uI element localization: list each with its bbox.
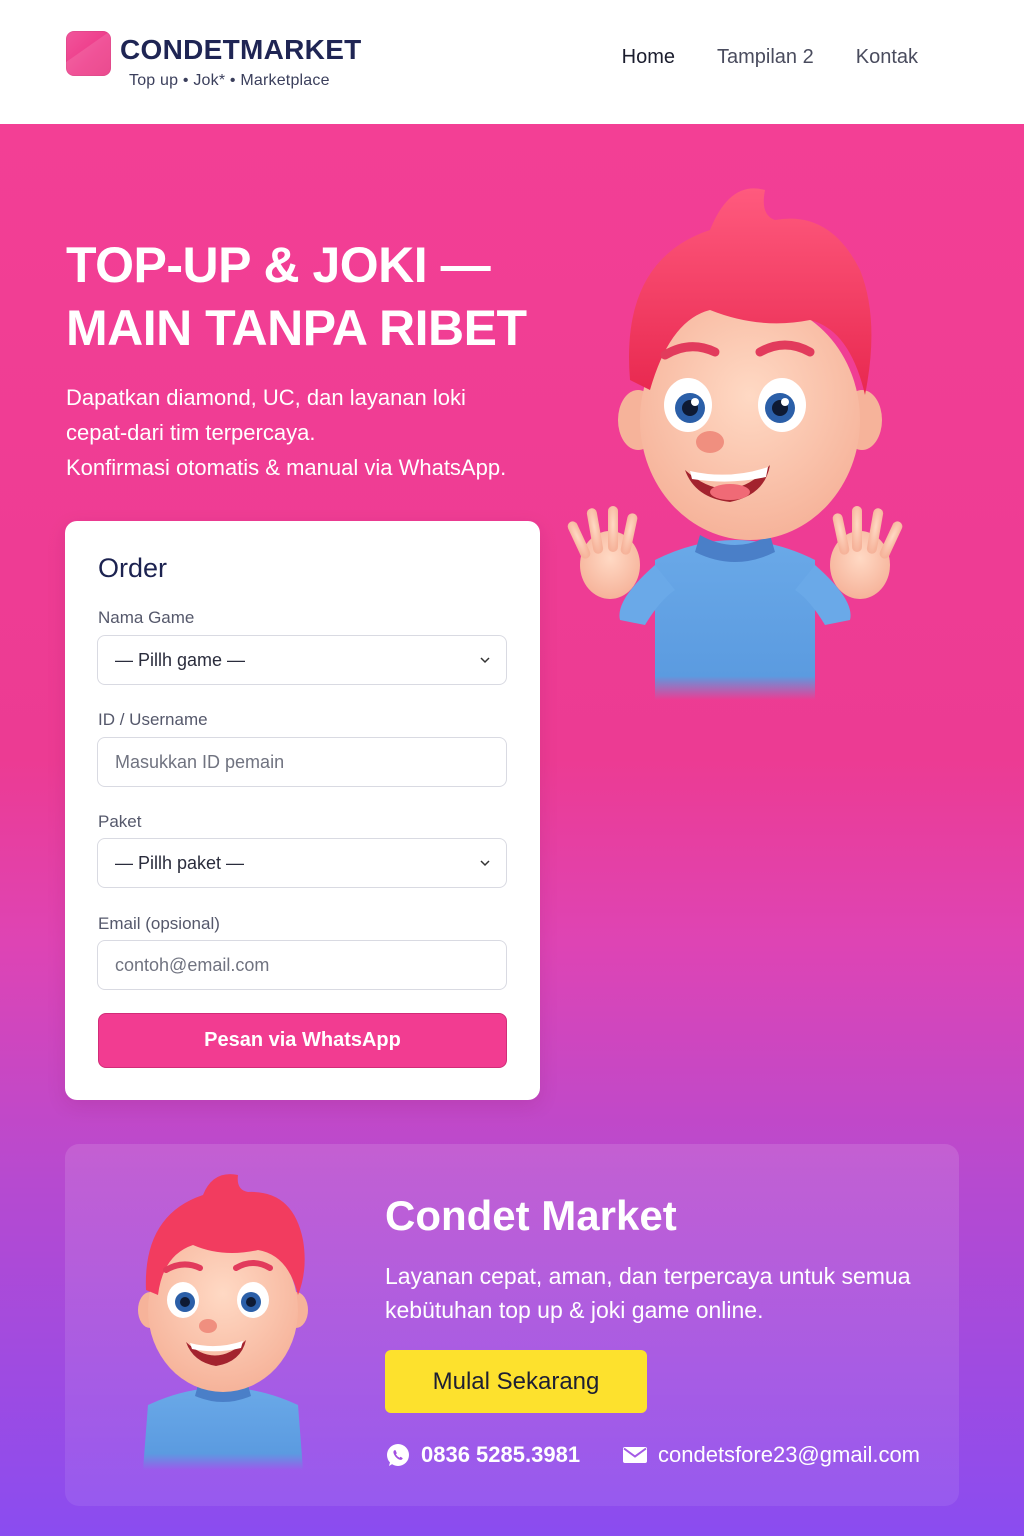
contact-phone-text: 0836 5285.3981 (421, 1442, 581, 1467)
order-whatsapp-button[interactable]: Pesan via WhatsApp (98, 1013, 507, 1068)
contact-email-text: condetsfore23@gmail.com (658, 1442, 921, 1467)
promo-description: Layanan cepat, aman, dan terpercaya untu… (385, 1259, 945, 1327)
game-label: Nama Game (98, 608, 195, 627)
email-input[interactable]: contoh@email.com (97, 940, 507, 990)
chevron-down-icon (480, 657, 490, 664)
start-now-button[interactable]: Mulal Sekarang (385, 1350, 647, 1413)
site-header: CONDETMARKET Top up • Jok* • Marketplace… (0, 0, 1024, 124)
hero-description: Dapatkan diamond, UC, dan layanan loki c… (66, 380, 586, 485)
promo-title: Condet Market (385, 1192, 677, 1239)
id-input-placeholder: Masukkan ID pemain (115, 751, 285, 772)
promo-description-line: Layanan cepat, aman, dan terpercaya untu… (385, 1263, 911, 1289)
id-label: ID / Username (98, 710, 208, 729)
game-select[interactable]: — Pillh game — (97, 635, 507, 685)
contact-email[interactable]: condetsfore23@gmail.com (622, 1442, 920, 1468)
mascot-small-illustration (138, 1174, 308, 1470)
hero-description-line: cepat-dari tim terpercaya. (66, 420, 316, 445)
nav-tampilan-2[interactable]: Tampilan 2 (717, 46, 814, 69)
order-title: Order (98, 553, 168, 583)
logo-icon[interactable] (66, 31, 111, 76)
order-form: Order Nama Game — Pillh game — ID / User… (65, 521, 540, 1100)
game-select-value: — Pillh game — (115, 649, 246, 670)
mascot-illustration (567, 188, 903, 700)
contact-phone[interactable]: 0836 5285.3981 (385, 1442, 580, 1468)
brand-title[interactable]: CONDETMARKET (120, 34, 362, 66)
package-label: Paket (98, 812, 142, 831)
id-input[interactable]: Masukkan ID pemain (97, 737, 507, 787)
mail-icon (623, 1447, 647, 1463)
hero-title-line: MAIN TANPA RIBET (66, 300, 527, 356)
hero-title: TOP-UP & JOKI — MAIN TANPA RIBET (66, 234, 626, 360)
chevron-down-icon (480, 860, 490, 867)
email-label: Email (opsional) (98, 914, 220, 933)
main-nav: Home Tampilan 2 Kontak (622, 46, 918, 69)
brand-subtitle: Top up • Jok* • Marketplace (129, 72, 330, 89)
package-select-value: — Pillh paket — (115, 852, 245, 873)
hero-title-line: TOP-UP & JOKI — (66, 237, 491, 293)
package-select[interactable]: — Pillh paket — (97, 838, 507, 888)
hero-description-line: Dapatkan diamond, UC, dan layanan loki (66, 385, 466, 410)
promo-description-line: kebütuhan top up & joki game online. (385, 1297, 764, 1323)
nav-kontak[interactable]: Kontak (856, 46, 918, 69)
email-input-placeholder: contoh@email.com (115, 954, 270, 975)
whatsapp-icon (387, 1444, 409, 1466)
nav-home[interactable]: Home (622, 46, 675, 69)
hero-description-line: Konfirmasi otomatis & manual via WhatsAp… (66, 455, 507, 480)
